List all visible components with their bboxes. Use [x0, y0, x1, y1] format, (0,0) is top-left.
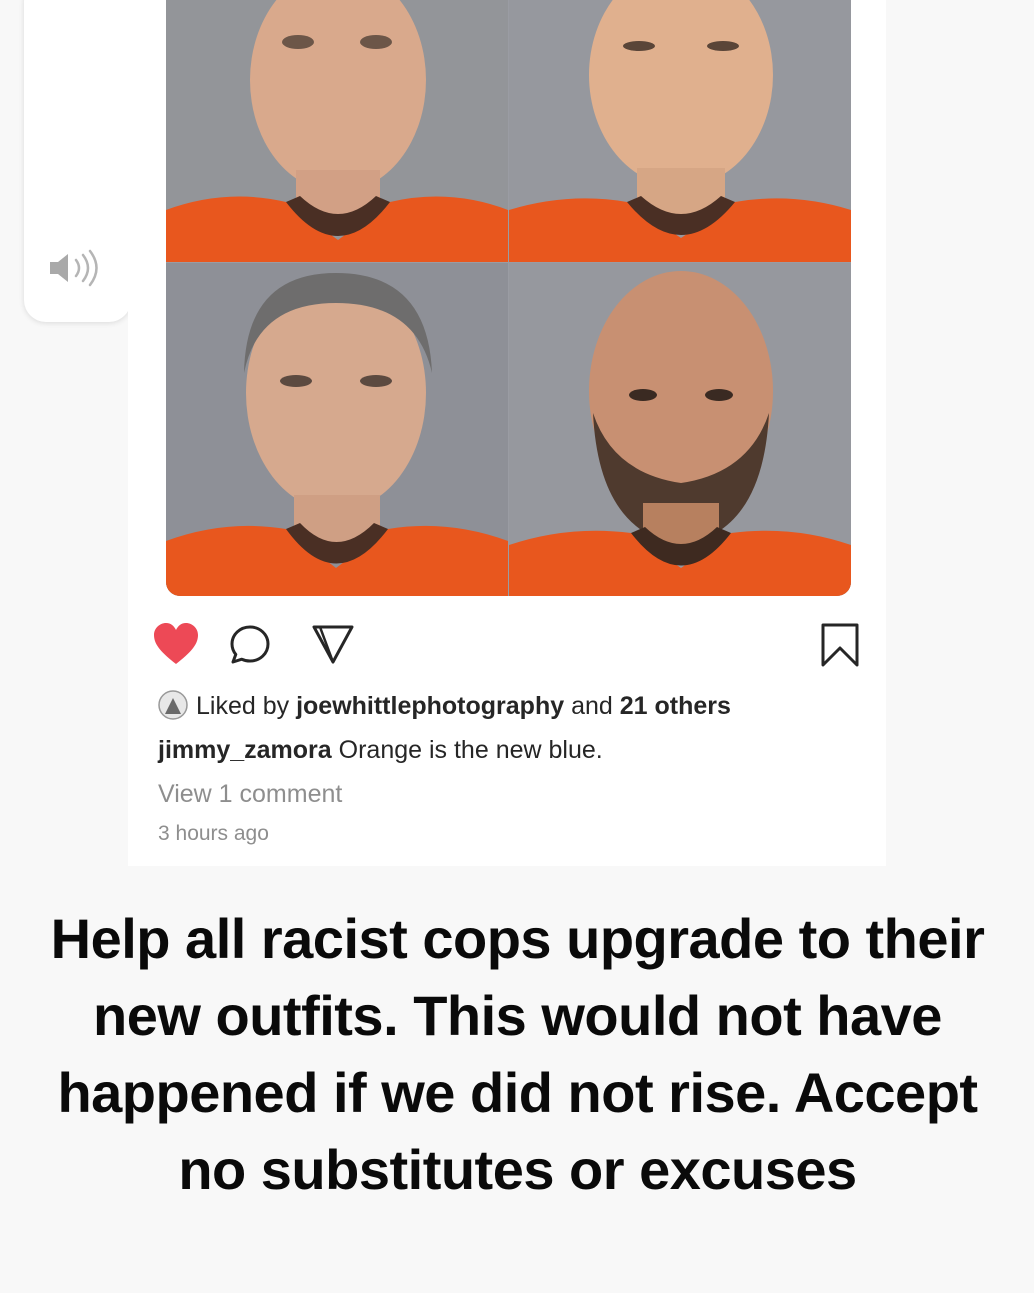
- post-actions: [152, 620, 872, 670]
- liked-by-user-link[interactable]: joewhittlephotography: [296, 692, 564, 720]
- paper-plane-icon[interactable]: [312, 624, 354, 664]
- post-caption: jimmy_zamora Orange is the new blue.: [158, 736, 603, 765]
- mugshot-photo: [509, 0, 851, 262]
- avatar[interactable]: [158, 690, 188, 720]
- mugshot-photo: [166, 0, 508, 262]
- liked-by-others-link[interactable]: 21 others: [620, 692, 731, 720]
- mugshot-photo: [509, 263, 851, 596]
- heart-icon[interactable]: [152, 622, 200, 666]
- post-photo-grid[interactable]: [166, 0, 851, 596]
- bookmark-icon[interactable]: [820, 622, 860, 668]
- caption-username-link[interactable]: jimmy_zamora: [158, 736, 332, 764]
- view-comments-link[interactable]: View 1 comment: [158, 780, 342, 809]
- instagram-post: Liked by joewhittlephotography and 21 ot…: [128, 0, 886, 866]
- liked-by-and: and: [571, 692, 613, 720]
- volume-hud: [24, 0, 131, 322]
- liked-by-prefix: Liked by: [196, 692, 290, 720]
- post-timestamp: 3 hours ago: [158, 822, 269, 845]
- likes-summary: Liked by joewhittlephotography and 21 ot…: [158, 690, 731, 721]
- speaker-volume-icon: [50, 249, 98, 287]
- story-caption: Help all racist cops upgrade to their ne…: [50, 907, 985, 1201]
- caption-text: Orange is the new blue.: [338, 736, 603, 764]
- comment-icon[interactable]: [229, 624, 271, 666]
- mugshot-photo: [166, 263, 508, 596]
